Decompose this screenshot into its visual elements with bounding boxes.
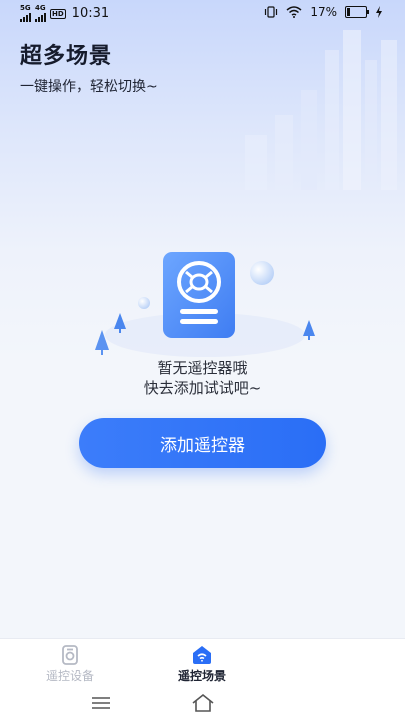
network-type-1: 5G — [20, 4, 31, 12]
empty-hint: 快去添加试试吧~ — [143, 379, 262, 397]
battery-icon — [345, 6, 369, 18]
page-subtitle: 一键操作，轻松切换~ — [20, 79, 158, 95]
battery-percent: 17% — [310, 5, 337, 19]
signal-bars-icon — [35, 12, 46, 22]
signal-1: 5G — [20, 5, 31, 22]
status-bar: 5G 4G HD 10:31 17% — [0, 0, 405, 26]
status-time: 10:31 — [71, 6, 110, 21]
bottom-nav: 遥控设备 遥控场景 — [0, 638, 405, 689]
hd-badge: HD — [50, 8, 66, 19]
header: 超多场景 一键操作，轻松切换~ — [20, 38, 158, 96]
page-title: 超多场景 — [20, 44, 113, 69]
tab-label: 遥控场景 — [177, 669, 226, 683]
empty-message: 暂无遥控器哦 — [157, 359, 248, 377]
tab-label: 遥控设备 — [45, 669, 94, 683]
empty-remote-illustration — [95, 252, 315, 357]
status-right: 17% — [264, 5, 383, 19]
tab-remote-scenes[interactable]: 遥控场景 — [132, 639, 272, 689]
remote-scene-icon — [193, 646, 211, 664]
tab-remote-devices[interactable]: 遥控设备 — [0, 639, 140, 689]
vibrate-icon — [265, 6, 278, 18]
signal-2: 4G — [35, 5, 46, 22]
city-skyline-decoration — [245, 30, 397, 190]
status-left: 5G 4G HD 10:31 — [20, 5, 109, 22]
remote-device-icon — [62, 645, 78, 665]
signal-bars-icon — [20, 12, 31, 22]
add-remote-button[interactable]: 添加遥控器 — [79, 418, 326, 468]
home-icon[interactable] — [191, 693, 215, 713]
menu-icon[interactable] — [91, 695, 111, 711]
system-navigation-bar — [0, 688, 405, 720]
network-type-2: 4G — [35, 4, 46, 12]
wifi-icon — [286, 6, 302, 18]
charging-icon — [376, 6, 382, 18]
